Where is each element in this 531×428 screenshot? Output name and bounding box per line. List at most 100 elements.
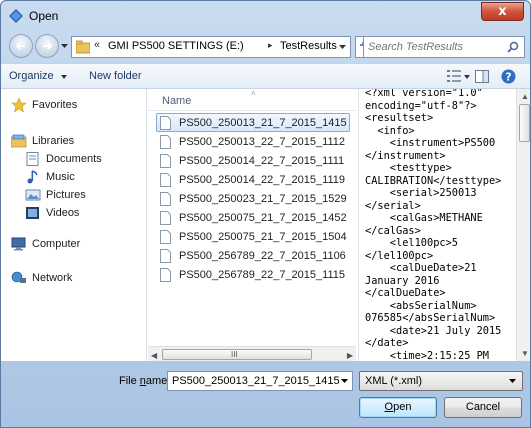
address-segment-drive[interactable]: GMI PS500 SETTINGS (E:) [108,40,244,52]
file-icon [160,116,171,130]
scroll-right-icon[interactable]: ▶ [347,351,353,360]
libraries-icon [11,134,27,148]
file-name: PS500_250075_21_7_2015_1504 [179,231,347,243]
music-icon [27,170,38,184]
forward-button[interactable] [35,34,59,58]
app-icon [9,9,23,23]
file-icon [160,249,171,263]
file-row[interactable]: PS500_250013_22_7_2015_1112 [156,132,350,151]
help-icon[interactable]: ? [501,69,516,84]
navigation-pane[interactable]: Favorites Libraries Documents Music Pict… [1,89,147,361]
file-name: PS500_250014_22_7_2015_1111 [179,155,345,167]
folder-icon [76,40,90,54]
close-button[interactable]: x [481,2,524,21]
search-box[interactable] [363,36,525,58]
file-row[interactable]: PS500_256789_22_7_2015_1106 [156,246,350,265]
chevron-down-icon[interactable] [341,379,348,384]
command-bar: Organize New folder ? [1,63,530,89]
views-dropdown-icon[interactable] [464,75,470,79]
address-dropdown-icon[interactable] [339,45,346,50]
open-button[interactable]: Open [359,397,437,418]
dialog-footer: File name: PS500_250013_21_7_2015_1415 X… [1,361,530,427]
address-separator-arrow[interactable]: ▸ [268,40,273,51]
file-type-select[interactable]: XML (*.xml) [359,371,523,391]
nav-label: Videos [46,207,80,219]
pictures-icon [25,189,41,201]
main-area: Favorites Libraries Documents Music Pict… [1,89,530,361]
file-name-input[interactable]: PS500_250013_21_7_2015_1415 [167,371,353,391]
documents-icon [26,152,39,166]
file-icon [160,211,171,225]
scroll-down-icon[interactable]: ▼ [521,349,529,358]
star-icon [11,98,27,112]
scroll-left-icon[interactable]: ◀ [151,351,157,360]
close-icon: x [498,4,507,19]
window-title: Open [29,9,59,23]
file-row[interactable]: PS500_250075_21_7_2015_1452 [156,208,350,227]
file-icon [160,173,171,187]
chevron-down-icon [509,379,516,383]
recent-pages-dropdown-icon[interactable] [61,44,68,49]
preview-pane[interactable]: <?xml version="1.0" encoding="utf-8"?> <… [358,89,530,361]
horizontal-scrollbar[interactable]: ◀ III ▶ [148,346,356,361]
file-type-value: XML (*.xml) [365,375,423,387]
scroll-grip: III [231,350,238,359]
file-row[interactable]: PS500_250014_22_7_2015_1119 [156,170,350,189]
file-name-value: PS500_250013_21_7_2015_1415 [172,375,340,387]
file-icon [160,192,171,206]
file-name: PS500_250014_22_7_2015_1119 [179,174,345,186]
address-overflow-chevron[interactable]: « [94,39,100,51]
column-header-label: Name [162,95,192,107]
nav-label: Libraries [32,135,75,147]
views-icon[interactable] [447,70,461,82]
file-icon [160,135,171,149]
search-input[interactable] [368,39,504,55]
nav-label: Computer [32,238,81,250]
address-bar[interactable]: « GMI PS500 SETTINGS (E:) ▸ TestResults [71,36,351,58]
column-header-name[interactable]: Name ˄ [148,89,356,111]
computer-icon [11,237,26,251]
file-row[interactable]: PS500_250014_22_7_2015_1111 [156,151,350,170]
sort-ascending-icon: ˄ [251,89,256,98]
file-row[interactable]: PS500_250023_21_7_2015_1529 [156,189,350,208]
scroll-up-icon[interactable]: ▲ [521,92,529,101]
file-row-selected[interactable]: PS500_250013_21_7_2015_1415 [156,113,350,132]
address-row: « GMI PS500 SETTINGS (E:) ▸ TestResults [1,31,530,61]
cancel-button[interactable]: Cancel [444,397,522,418]
file-icon [160,230,171,244]
vertical-scrollbar[interactable]: ▲ ▼ [516,89,530,361]
file-name: PS500_256789_22_7_2015_1115 [179,269,345,281]
arrow-right-icon [43,42,53,50]
svg-text:?: ? [505,71,511,84]
new-folder-button[interactable]: New folder [89,70,142,82]
address-segment-folder[interactable]: TestResults [280,40,337,52]
preview-content: <?xml version="1.0" encoding="utf-8"?> <… [365,89,502,361]
file-row[interactable]: PS500_250075_21_7_2015_1504 [156,227,350,246]
search-icon[interactable] [507,41,519,53]
organize-button[interactable]: Organize [9,70,54,82]
network-icon [11,271,26,283]
file-name: PS500_250023_21_7_2015_1529 [179,193,347,205]
chevron-down-icon [61,75,67,79]
back-button[interactable] [9,34,33,58]
file-name: PS500_250075_21_7_2015_1452 [179,212,347,224]
nav-label: Music [46,171,75,183]
nav-label: Network [32,272,73,284]
nav-label: Documents [46,153,102,165]
title-bar[interactable]: Open x [1,1,530,31]
videos-icon [26,207,39,219]
nav-label: Pictures [46,189,86,201]
file-name: PS500_250013_21_7_2015_1415 [179,117,347,129]
file-icon [160,268,171,282]
file-row[interactable]: PS500_256789_22_7_2015_1115 [156,265,350,284]
arrow-left-icon [15,42,25,50]
preview-pane-icon[interactable] [475,70,489,83]
scroll-thumb[interactable] [519,104,530,142]
file-icon [160,154,171,168]
file-name-label: File name: [119,375,171,387]
open-dialog: Open x « GMI PS500 SETTINGS (E:) ▸ TestR… [0,0,531,428]
file-name: PS500_250013_22_7_2015_1112 [179,136,345,148]
file-list[interactable]: Name ˄ PS500_250013_21_7_2015_1415 PS500… [148,89,356,361]
scroll-thumb[interactable]: III [162,349,312,360]
nav-label: Favorites [32,99,78,111]
